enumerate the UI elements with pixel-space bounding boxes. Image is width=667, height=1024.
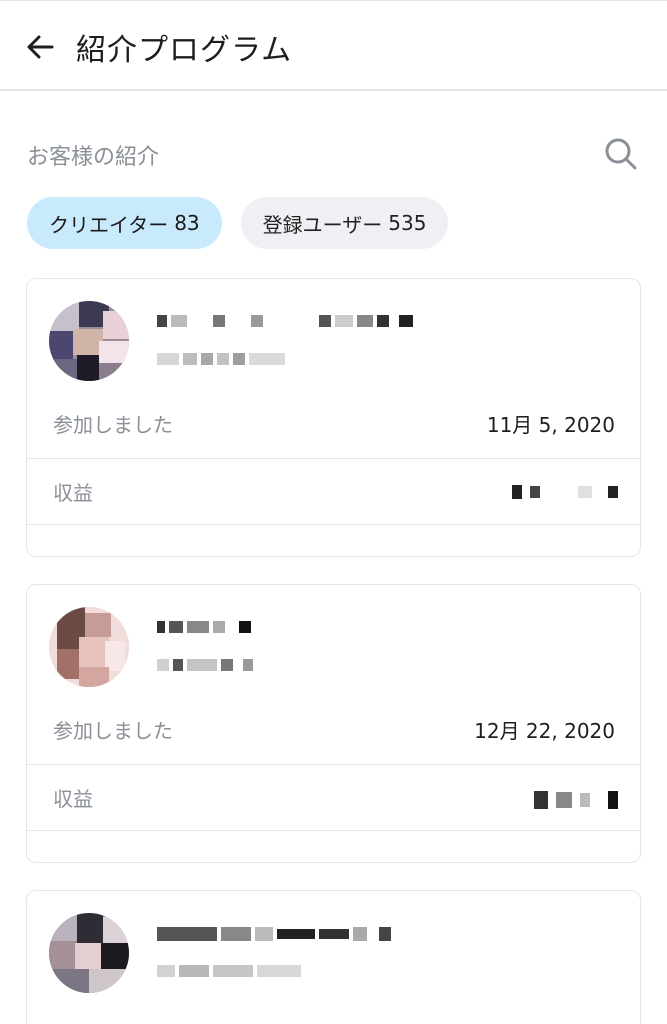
username-redacted: [157, 315, 413, 327]
app-bar: 紹介プログラム: [0, 0, 667, 91]
tab-count: 83: [174, 211, 200, 235]
revenue-row: 収益: [27, 459, 640, 525]
tab-count: 535: [388, 211, 427, 235]
username-redacted: [157, 621, 251, 633]
tab-creators[interactable]: クリエイター 83: [27, 197, 222, 249]
revenue-row: 収益: [27, 765, 640, 831]
username-redacted: [157, 927, 391, 941]
revenue-label: 収益: [53, 481, 93, 505]
referral-card[interactable]: [26, 890, 641, 1024]
search-button[interactable]: [603, 136, 639, 172]
revenue-redacted: [512, 485, 618, 499]
referral-card[interactable]: 参加しました 11月 5, 2020 収益: [26, 278, 641, 557]
filter-tabs: クリエイター 83 登録ユーザー 535: [27, 197, 449, 249]
handle-redacted: [157, 353, 285, 365]
joined-date: 11月 5, 2020: [486, 413, 615, 437]
joined-label: 参加しました: [53, 719, 173, 743]
tab-label: 登録ユーザー: [262, 212, 383, 237]
arrow-left-icon: [27, 35, 54, 59]
joined-row: 参加しました 12月 22, 2020: [27, 703, 640, 765]
section-title: お客様の紹介: [27, 145, 160, 170]
handle-redacted: [157, 965, 301, 977]
revenue-label: 収益: [53, 787, 93, 811]
revenue-redacted: [534, 791, 618, 809]
avatar: [49, 913, 129, 993]
joined-date: 12月 22, 2020: [474, 719, 615, 743]
joined-row: 参加しました 11月 5, 2020: [27, 397, 640, 459]
section-header: お客様の紹介: [27, 136, 639, 172]
page-title: 紹介プログラム: [76, 33, 293, 68]
joined-label: 参加しました: [53, 413, 173, 437]
tab-registered-users[interactable]: 登録ユーザー 535: [240, 197, 449, 249]
avatar: [49, 301, 129, 381]
handle-redacted: [157, 659, 253, 671]
tab-label: クリエイター: [49, 212, 169, 237]
avatar: [49, 607, 129, 687]
back-button[interactable]: [22, 29, 58, 65]
search-icon: [605, 138, 637, 170]
referral-card[interactable]: 参加しました 12月 22, 2020 収益: [26, 584, 641, 863]
